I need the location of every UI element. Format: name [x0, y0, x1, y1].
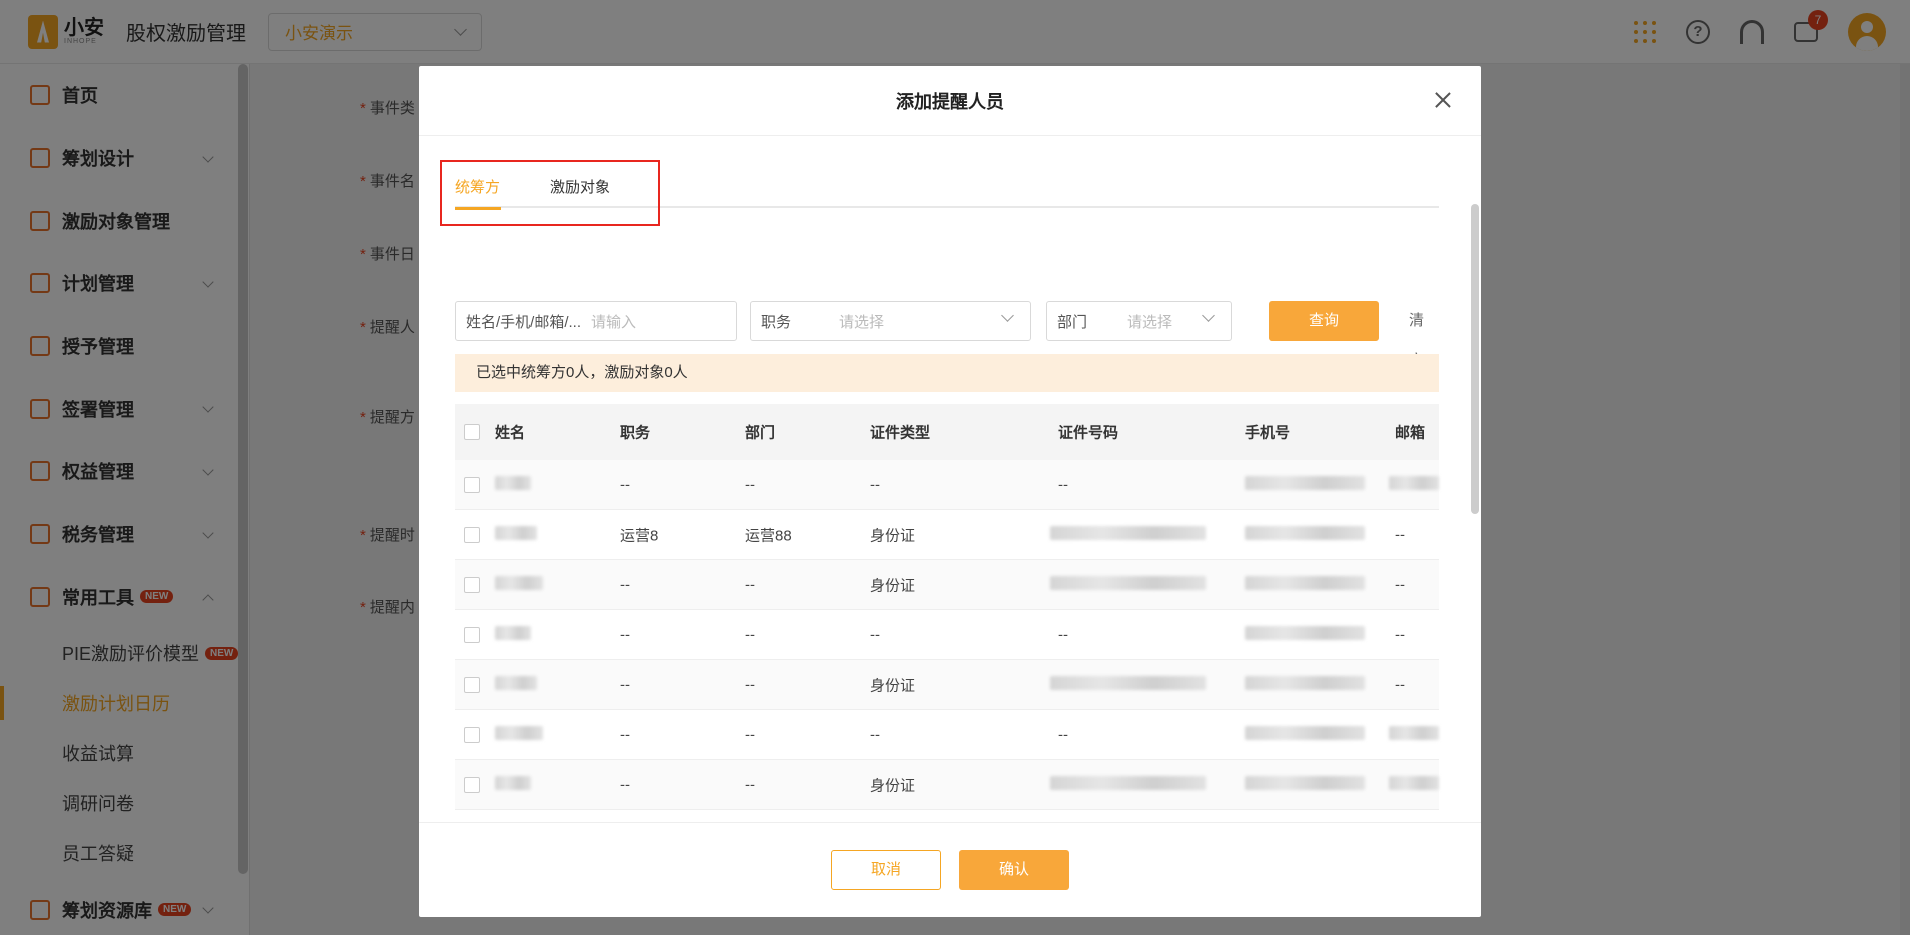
people-table: 姓名 职务 部门 证件类型 证件号码 手机号 邮箱 -- -- -- -- 运营8 运营8… — [455, 404, 1439, 822]
selected-summary: 已选中统筹方0人，激励对象0人 — [455, 354, 1439, 392]
cell-position: -- — [620, 476, 630, 493]
cell-id-number — [1050, 525, 1206, 544]
table-row[interactable]: ----身份证 — [455, 810, 1439, 822]
cell-id-type: -- — [870, 726, 880, 743]
cell-id-type: 身份证 — [870, 577, 916, 594]
cell-id-number: -- — [1058, 476, 1068, 493]
search-input-label: 姓名/手机/邮箱/... — [466, 313, 582, 331]
cell-id-number — [1050, 775, 1206, 794]
dept-select[interactable]: 部门 请选择 — [1046, 301, 1232, 341]
select-all-checkbox[interactable] — [464, 424, 480, 440]
cell-id-type: 身份证 — [870, 777, 916, 794]
cell-name — [495, 675, 537, 694]
row-checkbox[interactable] — [464, 526, 480, 543]
table-header: 姓名 职务 部门 证件类型 证件号码 手机号 邮箱 — [455, 404, 1439, 460]
cell-name — [495, 575, 543, 594]
row-checkbox[interactable] — [464, 676, 480, 693]
cell-id-number: -- — [1058, 726, 1068, 743]
table-row[interactable]: 运营8 运营88 身份证 -- — [455, 510, 1439, 560]
row-checkbox[interactable] — [464, 776, 480, 793]
table-row[interactable]: -- -- -- -- -- — [455, 610, 1439, 660]
cell-position: -- — [620, 576, 630, 593]
table-row[interactable]: -- -- 身份证 -- — [455, 560, 1439, 610]
cell-email — [1389, 775, 1439, 794]
confirm-button[interactable]: 确认 — [959, 850, 1069, 890]
dialog-title: 添加提醒人员 — [896, 91, 1004, 112]
table-row[interactable]: -- -- 身份证 -- — [455, 660, 1439, 710]
column-header: 证件类型 — [870, 424, 931, 442]
cell-position: -- — [620, 776, 630, 793]
cell-dept: -- — [745, 676, 755, 693]
cell-name — [495, 775, 531, 794]
cell-position: 运营8 — [620, 527, 659, 544]
column-header: 邮箱 — [1395, 424, 1426, 442]
cell-email: -- — [1395, 576, 1405, 593]
column-header: 证件号码 — [1058, 424, 1119, 442]
row-checkbox[interactable] — [464, 576, 480, 593]
chevron-down-icon — [1001, 309, 1014, 322]
search-input-placeholder: 请输入 — [591, 313, 637, 331]
cell-id-number — [1050, 675, 1206, 694]
cell-dept: -- — [745, 576, 755, 593]
cell-id-number — [1050, 575, 1206, 594]
cell-id-type: 身份证 — [870, 677, 916, 694]
position-select-placeholder: 请选择 — [839, 313, 885, 331]
column-header: 手机号 — [1245, 424, 1291, 442]
cell-id-type: -- — [870, 626, 880, 643]
highlight-box — [440, 160, 660, 226]
cell-email: -- — [1395, 676, 1405, 693]
cell-phone — [1245, 575, 1365, 594]
cell-dept: 运营88 — [745, 527, 792, 544]
table-row[interactable]: -- -- -- -- — [455, 460, 1439, 510]
cell-id-type: -- — [870, 476, 880, 493]
cell-name — [495, 625, 531, 644]
row-checkbox[interactable] — [464, 626, 480, 643]
chevron-down-icon — [1202, 309, 1215, 322]
cell-phone — [1245, 525, 1365, 544]
cell-phone — [1245, 775, 1365, 794]
cell-position: -- — [620, 726, 630, 743]
position-select-label: 职务 — [761, 313, 792, 331]
cell-phone — [1245, 475, 1365, 494]
column-header: 姓名 — [495, 424, 526, 442]
cell-email — [1389, 475, 1439, 494]
add-reminder-dialog: 添加提醒人员 统筹方 激励对象 姓名/手机/邮箱/... 请输入 职务 请选择 … — [419, 66, 1481, 917]
cell-position: -- — [620, 676, 630, 693]
cell-email: -- — [1395, 526, 1405, 543]
dept-select-placeholder: 请选择 — [1127, 313, 1173, 331]
cancel-button[interactable]: 取消 — [831, 850, 941, 890]
cell-dept: -- — [745, 776, 755, 793]
cell-phone — [1245, 625, 1365, 644]
query-button[interactable]: 查询 — [1269, 301, 1379, 341]
cell-email — [1389, 725, 1439, 744]
row-checkbox[interactable] — [464, 726, 480, 743]
row-checkbox[interactable] — [464, 476, 480, 493]
cell-name — [495, 525, 537, 544]
cell-name — [495, 725, 543, 744]
search-input[interactable]: 姓名/手机/邮箱/... 请输入 — [455, 301, 737, 341]
cell-email: -- — [1395, 626, 1405, 643]
cell-dept: -- — [745, 476, 755, 493]
cell-id-type: 身份证 — [870, 527, 916, 544]
cell-phone — [1245, 675, 1365, 694]
cell-dept: -- — [745, 626, 755, 643]
position-select[interactable]: 职务 请选择 — [750, 301, 1031, 341]
column-header: 职务 — [620, 424, 651, 442]
cell-dept: -- — [745, 726, 755, 743]
cell-name — [495, 475, 531, 494]
cell-phone — [1245, 725, 1365, 744]
table-row[interactable]: -- -- 身份证 — [455, 760, 1439, 810]
column-header: 部门 — [745, 424, 776, 442]
dept-select-label: 部门 — [1057, 313, 1088, 331]
cell-position: -- — [620, 626, 630, 643]
close-icon[interactable] — [1433, 90, 1453, 110]
cell-id-number: -- — [1058, 626, 1068, 643]
clear-button[interactable]: 清空 — [1409, 301, 1424, 369]
dialog-scrollbar[interactable] — [1471, 204, 1479, 514]
table-row[interactable]: -- -- -- -- — [455, 710, 1439, 760]
